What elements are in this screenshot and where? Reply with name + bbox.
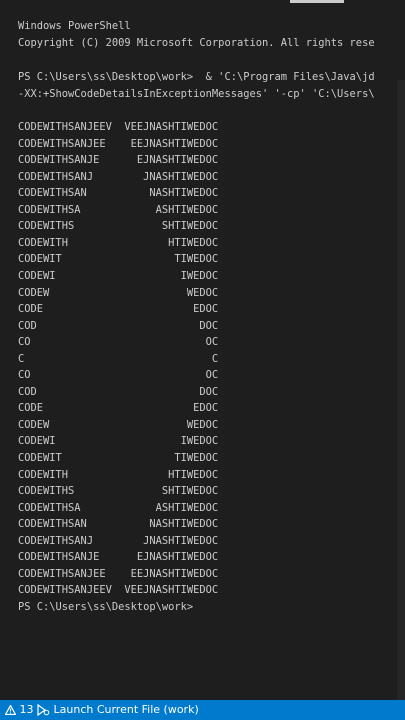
warning-icon (5, 705, 16, 715)
terminal-line: CODEWITHSA ASHTIWEDOC (18, 203, 219, 216)
launch-config-button[interactable]: Launch Current File (work) (36, 700, 199, 720)
terminal-line: CODEWITHSANJ JNASHTIWEDOC (18, 170, 219, 183)
terminal-line: -XX:+ShowCodeDetailsInExceptionMessages'… (18, 88, 375, 100)
terminal-line: CODEWITHSAN NASHTIWEDOC (18, 187, 219, 200)
terminal-line: CODEWIT TIWEDOC (18, 253, 219, 266)
terminal-line: CODEWITHSANJEE EEJNASHTIWEDOC (18, 567, 219, 580)
terminal-line: CODEWITHSANJE EJNASHTIWEDOC (18, 551, 219, 564)
terminal-scrollbar-track[interactable] (397, 80, 405, 700)
terminal-line: Copyright (C) 2009 Microsoft Corporation… (18, 37, 375, 49)
terminal-line: CO OC (18, 336, 219, 349)
terminal-line: CODEWITHSAN NASHTIWEDOC (18, 518, 219, 531)
terminal-line: CODEWITHS SHTIWEDOC (18, 485, 219, 498)
terminal-line: CODEWI IWEDOC (18, 435, 219, 448)
terminal-line: COD DOC (18, 385, 219, 398)
terminal-line: C C (18, 352, 219, 365)
warnings-count: 13 (19, 703, 34, 716)
terminal-line: PS C:\Users\ss\Desktop\work> & 'C:\Progr… (18, 71, 375, 83)
terminal-line: CODEWI IWEDOC (18, 269, 219, 282)
terminal-line: CODEWITHSANJE EJNASHTIWEDOC (18, 154, 219, 167)
terminal-line: CODEWITHSANJ JNASHTIWEDOC (18, 534, 219, 547)
terminal-line: CODEW WEDOC (18, 418, 219, 431)
problems-indicator[interactable]: 13 (5, 700, 34, 720)
terminal-line: CODEW WEDOC (18, 286, 219, 299)
terminal-line: CODEWIT TIWEDOC (18, 452, 219, 464)
prompt-line: PS C:\Users\ss\Desktop\work> (18, 600, 194, 613)
terminal-line: CODE EDOC (18, 402, 219, 415)
terminal-line: COD DOC (18, 319, 219, 332)
terminal-line: CODEWITH HTIWEDOC (18, 236, 219, 249)
terminal-line: CODEWITHS SHTIWEDOC (18, 220, 219, 233)
terminal-line: CODE EDOC (18, 303, 219, 316)
debug-run-icon (37, 704, 50, 716)
terminal-line: CODEWITHSA ASHTIWEDOC (18, 501, 219, 514)
status-bar: 13 Launch Current File (work) (0, 700, 405, 720)
launch-config-label: Launch Current File (work) (53, 703, 199, 716)
terminal-line: CODEWITHSANJEE EEJNASHTIWEDOC (18, 137, 219, 150)
terminal-line: CODEWITHSANJEEV VEEJNASHTIWEDOC (18, 584, 219, 597)
terminal-panel[interactable]: Windows PowerShell Copyright (C) 2009 Mic… (0, 0, 405, 700)
terminal-line: CO OC (18, 369, 219, 382)
terminal-line: CODEWITHSANJEEV VEEJNASHTIWEDOC (18, 121, 219, 133)
terminal-line: Windows PowerShell (18, 20, 131, 32)
active-tab-indicator (290, 0, 344, 3)
terminal-line: CODEWITH HTIWEDOC (18, 468, 219, 481)
